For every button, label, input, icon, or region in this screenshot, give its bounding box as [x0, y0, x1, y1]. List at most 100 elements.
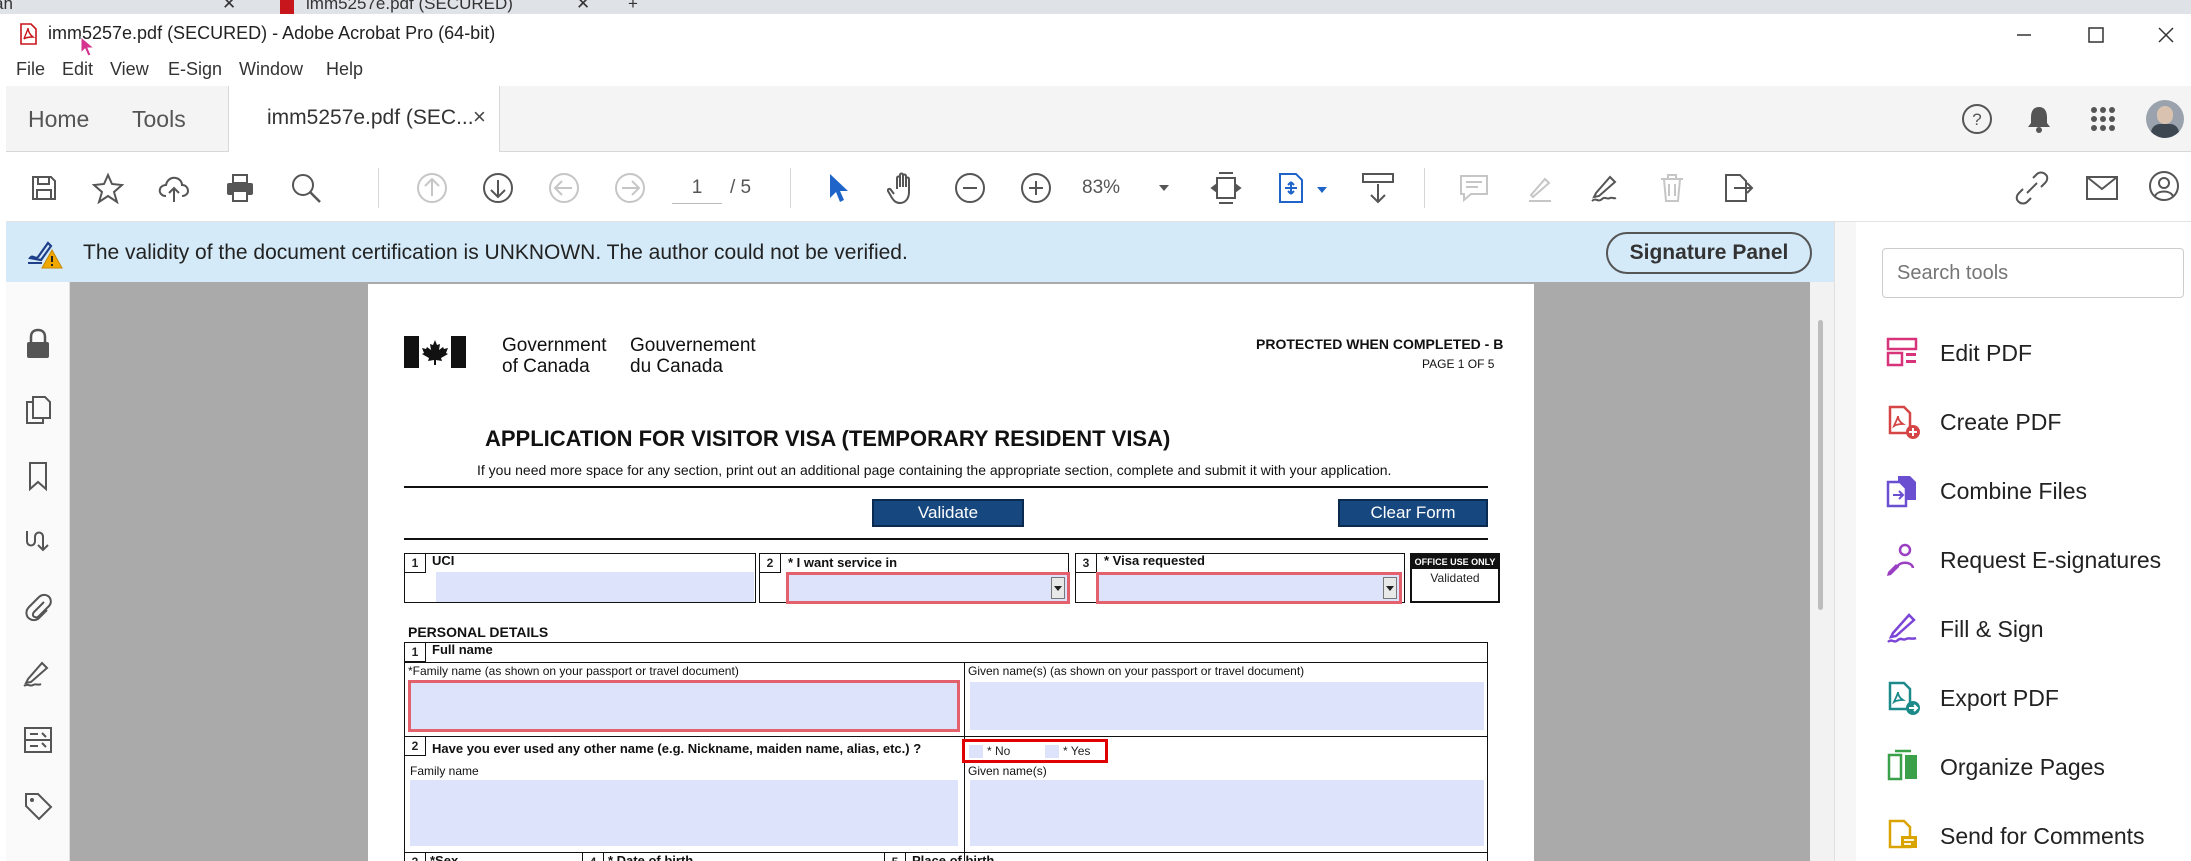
email-button[interactable]: [2082, 168, 2122, 208]
minimize-button[interactable]: [2004, 20, 2044, 50]
tool-fill-sign[interactable]: Fill & Sign: [1884, 604, 2184, 654]
delete-button[interactable]: [1652, 168, 1692, 208]
visa-label: * Visa requested: [1104, 553, 1205, 568]
gov-fr-line1: Gouvernement: [630, 335, 756, 356]
tool-export-pdf[interactable]: Export PDF: [1884, 673, 2184, 723]
given-name-input[interactable]: [970, 682, 1484, 730]
search-tools-input[interactable]: [1882, 248, 2184, 298]
other-name-question: Have you ever used any other name (e.g. …: [432, 741, 922, 756]
next-page-button[interactable]: [478, 168, 518, 208]
export-file-button[interactable]: [1718, 168, 1758, 208]
help-button[interactable]: ?: [1960, 102, 1994, 136]
zoom-in-button[interactable]: [1016, 168, 1056, 208]
maximize-button[interactable]: [2076, 20, 2116, 50]
signature-panel-button[interactable]: Signature Panel: [1606, 232, 1812, 274]
menu-file[interactable]: File: [16, 59, 45, 80]
left-navigation-rail: [6, 282, 70, 861]
search-icon: [292, 174, 321, 203]
dropdown-button[interactable]: [1383, 577, 1397, 599]
uci-input[interactable]: [436, 572, 754, 602]
menu-window[interactable]: Window: [239, 59, 303, 80]
highlight-button[interactable]: [1520, 168, 1560, 208]
notifications-button[interactable]: [2022, 102, 2056, 136]
tab-tools[interactable]: Tools: [132, 86, 186, 152]
menu-edit[interactable]: Edit: [62, 59, 93, 80]
scroll-mode-button[interactable]: [1358, 168, 1398, 208]
print-button[interactable]: [220, 168, 260, 208]
upload-button[interactable]: [154, 168, 194, 208]
signatures-button[interactable]: [20, 656, 56, 692]
tab-document[interactable]: imm5257e.pdf (SEC... ×: [228, 86, 500, 153]
certificate-warning-icon: [28, 241, 63, 269]
share-link-button[interactable]: [2012, 168, 2052, 208]
menu-help[interactable]: Help: [326, 59, 363, 80]
security-button[interactable]: [20, 326, 56, 362]
browser-tab-label[interactable]: ah: [0, 0, 13, 14]
document-scrollbar[interactable]: [1810, 282, 1834, 861]
order-button[interactable]: [20, 524, 56, 560]
other-name-choice-group: * No * Yes: [962, 739, 1108, 763]
page-number-input[interactable]: 1: [672, 172, 722, 204]
yes-checkbox[interactable]: [1045, 745, 1059, 758]
tool-edit-pdf[interactable]: Edit PDF: [1884, 328, 2184, 378]
zoom-out-icon: [955, 173, 985, 203]
bookmarks-button[interactable]: [20, 458, 56, 494]
tool-combine-files[interactable]: Combine Files: [1884, 466, 2184, 516]
tool-send-for-comments[interactable]: Send for Comments: [1884, 811, 2184, 861]
tool-organize-pages[interactable]: Organize Pages: [1884, 742, 2184, 792]
browser-close-icon[interactable]: ✕: [222, 0, 236, 14]
back-button[interactable]: [544, 168, 584, 208]
select-tool-button[interactable]: [818, 168, 858, 208]
apps-button[interactable]: [2086, 102, 2120, 136]
other-given-name-input[interactable]: [970, 780, 1484, 846]
new-tab-icon[interactable]: +: [628, 0, 638, 14]
page-thumbnails-button[interactable]: [20, 392, 56, 428]
more-tools-button[interactable]: [20, 844, 56, 861]
dropdown-button[interactable]: [1051, 577, 1065, 599]
hand-tool-button[interactable]: [884, 168, 924, 208]
close-window-button[interactable]: [2146, 20, 2186, 50]
validate-button[interactable]: Validate: [872, 499, 1024, 527]
pane-separator: [1834, 222, 1856, 861]
full-name-label: Full name: [432, 642, 493, 657]
comment-button[interactable]: [1454, 168, 1494, 208]
service-label: * I want service in: [788, 555, 898, 570]
tool-create-pdf[interactable]: Create PDF: [1884, 397, 2184, 447]
no-checkbox[interactable]: [969, 745, 983, 758]
other-family-name-input[interactable]: [410, 780, 958, 846]
scrollbar-thumb[interactable]: [1818, 320, 1823, 610]
attachments-button[interactable]: [20, 590, 56, 626]
previous-page-button[interactable]: [412, 168, 452, 208]
chevron-down-icon[interactable]: [1316, 186, 1328, 194]
sign-button[interactable]: [1586, 168, 1626, 208]
compare-button[interactable]: [20, 722, 56, 758]
field-number: 3: [1075, 553, 1097, 573]
browser-tab-label[interactable]: imm5257e.pdf (SECURED): [306, 0, 513, 14]
zoom-out-button[interactable]: [950, 168, 990, 208]
menu-view[interactable]: View: [110, 59, 149, 80]
zoom-level-select[interactable]: 83%: [1082, 172, 1172, 204]
acrobat-app-icon: [20, 23, 37, 45]
menu-esign[interactable]: E-Sign: [168, 59, 222, 80]
browser-close-icon[interactable]: ✕: [576, 0, 590, 14]
account-button[interactable]: [2146, 168, 2186, 208]
fit-page-button[interactable]: [1206, 168, 1246, 208]
toolbar-separator: [790, 168, 791, 208]
save-button[interactable]: [24, 168, 64, 208]
tool-label: Create PDF: [1940, 408, 2062, 435]
divider: [404, 662, 1488, 663]
document-viewport[interactable]: Government of Canada Gouvernement du Can…: [70, 282, 1810, 861]
document-tab-label: imm5257e.pdf (SEC...: [267, 106, 474, 129]
page-view-button[interactable]: [1272, 168, 1312, 208]
avatar-shoulders: [2151, 124, 2179, 138]
forward-button[interactable]: [610, 168, 650, 208]
tab-home[interactable]: Home: [28, 86, 89, 152]
tool-request-esignatures[interactable]: Request E-signatures: [1884, 535, 2184, 585]
close-tab-icon[interactable]: ×: [473, 104, 486, 130]
bookmark-button[interactable]: [88, 168, 128, 208]
fill-sign-icon: [1884, 609, 1922, 649]
avatar[interactable]: [2146, 100, 2184, 138]
tags-button[interactable]: [20, 788, 56, 824]
find-button[interactable]: [286, 168, 326, 208]
clear-form-button[interactable]: Clear Form: [1338, 499, 1488, 527]
